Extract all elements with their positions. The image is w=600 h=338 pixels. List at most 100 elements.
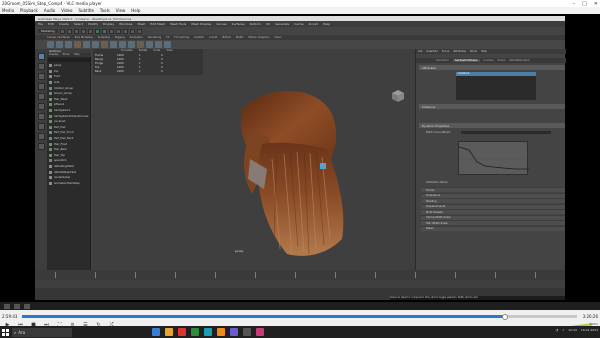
maya-menu-item[interactable]: Edit Mesh — [150, 22, 165, 26]
browser-icon[interactable] — [178, 328, 186, 336]
ae-tab-active[interactable]: hairSystemShape — [452, 59, 480, 62]
app-icon[interactable] — [230, 328, 238, 336]
maya-menu-item[interactable]: Generate — [275, 22, 289, 26]
render-icon[interactable] — [129, 28, 135, 34]
single-layout-icon[interactable] — [37, 113, 45, 120]
outliner-search-input[interactable] — [48, 58, 90, 62]
snap-point-icon[interactable] — [122, 28, 128, 34]
snap-grid-icon[interactable] — [108, 28, 114, 34]
outliner-menu-item[interactable]: Show — [63, 53, 70, 57]
start-curve-attract-slider[interactable] — [461, 131, 551, 134]
maya-menu-item[interactable]: Create — [59, 22, 69, 26]
ae-section-header[interactable]: Attributes — [419, 65, 565, 70]
ae-tab[interactable]: nucleus — [484, 59, 494, 62]
ae-subsection[interactable]: Forces — [421, 187, 565, 193]
shelf-tab[interactable]: MASH — [236, 36, 244, 39]
outliner-menu-item[interactable]: Display — [49, 53, 59, 57]
shelf-tab[interactable]: Animation — [130, 36, 143, 39]
ae-subsection[interactable]: Multi Streaks — [421, 209, 565, 215]
ae-section-header[interactable]: Dynamic Properties — [419, 123, 565, 128]
shelf-tool-icon[interactable] — [155, 41, 162, 48]
menu-subtitle[interactable]: Subtitle — [78, 8, 93, 13]
shelf-tool-icon[interactable] — [92, 41, 99, 48]
ae-subsection[interactable]: Shading — [421, 198, 565, 204]
network-icon[interactable]: ◔ — [556, 328, 559, 332]
speaker-icon[interactable]: ♪ — [562, 328, 564, 332]
ae-subsection[interactable]: Hair Width Scale — [421, 220, 565, 226]
ae-menu-item[interactable]: Selected — [427, 50, 438, 53]
app-icon[interactable] — [256, 328, 264, 336]
shelf-tab[interactable]: Sculpting — [98, 36, 110, 39]
app-icon[interactable] — [243, 328, 251, 336]
lasso-tool-icon[interactable] — [37, 63, 45, 70]
maya-menu-item[interactable]: Mesh Display — [191, 22, 211, 26]
maya-menu-item[interactable]: Deform — [250, 22, 261, 26]
shelf-tab[interactable]: Rendering — [148, 36, 161, 39]
shelf-tool-icon[interactable] — [83, 41, 90, 48]
shelf-tool-icon[interactable] — [65, 41, 72, 48]
ae-subsection[interactable]: Notes — [421, 225, 565, 231]
windows-start-icon[interactable] — [0, 327, 10, 337]
spreadsheet-tab[interactable]: Translate — [121, 49, 133, 53]
shelf-tab[interactable]: FX Caching — [174, 36, 189, 39]
maya-menu-item[interactable]: Edit — [48, 22, 54, 26]
maya-menu-item[interactable]: Cache — [294, 22, 303, 26]
open-scene-icon[interactable] — [66, 28, 72, 34]
menu-tools[interactable]: Tools — [100, 8, 110, 13]
shelf-tool-icon[interactable] — [164, 41, 171, 48]
ae-subsection[interactable]: Turbulence — [421, 192, 565, 198]
ae-menu-item[interactable]: Focus — [442, 50, 449, 53]
app-icon[interactable] — [191, 328, 199, 336]
maya-menu-item[interactable]: UV — [266, 22, 270, 26]
ipr-render-icon[interactable] — [136, 28, 142, 34]
shelf-tab[interactable]: Bifrost — [222, 36, 230, 39]
ae-tab[interactable]: transform — [436, 59, 449, 62]
collider-list[interactable] — [456, 72, 536, 100]
maya-app-icon[interactable] — [204, 328, 212, 336]
select-hierarchy-icon[interactable] — [94, 28, 100, 34]
shelf-tool-icon[interactable] — [47, 41, 54, 48]
hair-model[interactable] — [92, 49, 415, 286]
spreadsheet-tab[interactable]: Scale — [153, 49, 160, 53]
taskbar-search[interactable]: ⌕ Ara — [12, 327, 72, 337]
range-slider[interactable] — [35, 280, 565, 288]
shelf-tab[interactable]: Custom — [194, 36, 204, 39]
maya-menu-item[interactable]: Mesh Tools — [170, 22, 186, 26]
ae-menu-item[interactable]: List — [418, 50, 423, 53]
shelf-tab[interactable]: XGen — [274, 36, 281, 39]
attract-scale-graph[interactable] — [458, 141, 529, 175]
maya-menu-item[interactable]: Curves — [216, 22, 226, 26]
clock[interactable]: 12:44 — [568, 328, 577, 332]
shelf-tool-icon[interactable] — [56, 41, 63, 48]
maya-menu-item[interactable]: Windows — [119, 22, 132, 26]
new-scene-icon[interactable] — [59, 28, 65, 34]
snap-curve-icon[interactable] — [115, 28, 121, 34]
maya-menu-item[interactable]: Modify — [88, 22, 98, 26]
shelf-tab[interactable]: Poly Modeling — [75, 36, 93, 39]
redo-icon[interactable] — [87, 28, 93, 34]
scale-tool-icon[interactable] — [37, 103, 45, 110]
maya-menu-item[interactable]: Mesh — [138, 22, 146, 26]
shelf-tool-icon[interactable] — [101, 41, 108, 48]
outliner-layout-icon[interactable] — [37, 143, 45, 150]
menu-audio[interactable]: Audio — [44, 8, 55, 13]
maya-menu-item[interactable]: Arnold — [308, 22, 318, 26]
menu-playback[interactable]: Playback — [20, 8, 38, 13]
date[interactable]: 19.01.2023 — [581, 328, 598, 332]
collider-list-selected[interactable]: Collider1 — [456, 72, 536, 76]
shelf-tab[interactable]: Motion Graphics — [248, 36, 269, 39]
select-tool-icon[interactable] — [37, 53, 45, 60]
view-cube-icon[interactable] — [391, 89, 405, 103]
seek-handle[interactable] — [501, 313, 508, 320]
four-layout-icon[interactable] — [37, 123, 45, 130]
viewport[interactable] — [92, 49, 415, 286]
maya-menu-item[interactable]: Surfaces — [232, 22, 245, 26]
undo-icon[interactable] — [80, 28, 86, 34]
select-object-icon[interactable] — [101, 28, 107, 34]
outliner-menu-item[interactable]: Help — [74, 53, 80, 57]
shelf-tab[interactable]: Curves / Surfaces — [47, 36, 70, 39]
ae-subsection[interactable]: Displacements — [421, 203, 565, 209]
menu-media[interactable]: Media — [2, 8, 14, 13]
minimize-icon[interactable]: – — [573, 1, 576, 7]
maximize-icon[interactable]: □ — [582, 1, 587, 7]
